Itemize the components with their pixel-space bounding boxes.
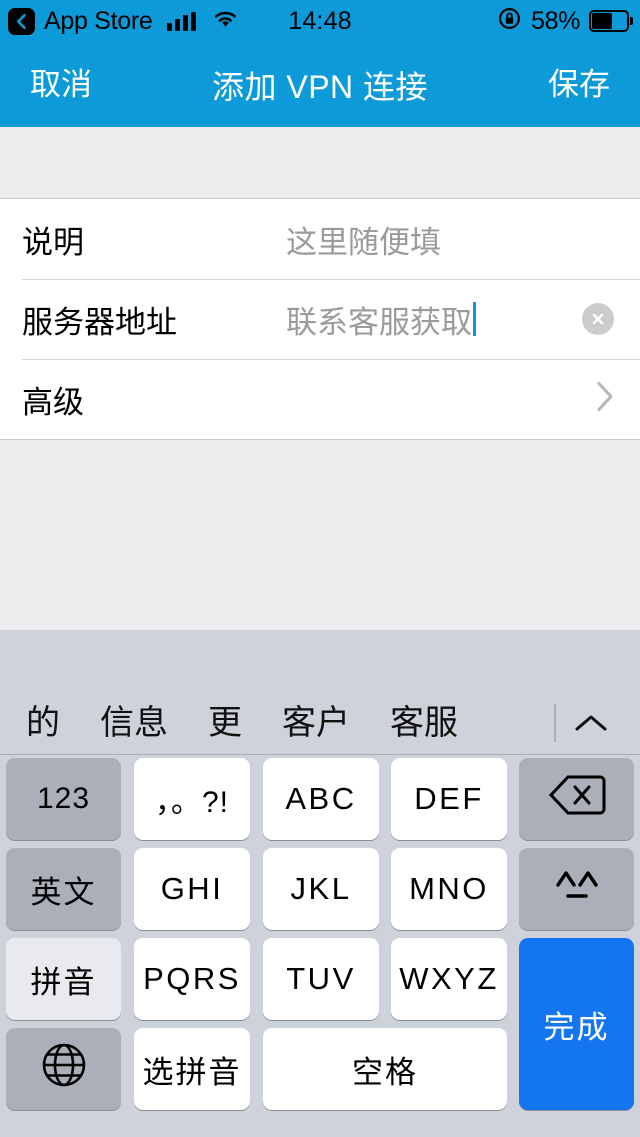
key-abc[interactable]: ABC bbox=[263, 758, 379, 840]
section-bottom-spacer bbox=[0, 440, 640, 630]
row-label: 说明 bbox=[22, 224, 84, 260]
row-value: 这里随便填 bbox=[286, 224, 441, 260]
key-label: 123 bbox=[36, 782, 91, 815]
key-emoticon[interactable] bbox=[519, 848, 634, 930]
prediction-item[interactable]: 客服 bbox=[376, 706, 472, 740]
row-label: 高级 bbox=[22, 384, 84, 420]
server-address-input[interactable]: 联系客服获取 bbox=[286, 297, 476, 342]
text-cursor bbox=[473, 302, 476, 336]
prediction-item[interactable]: 更 bbox=[194, 706, 256, 740]
cellular-signal-icon bbox=[167, 11, 197, 31]
vpn-form-table: 说明 这里随便填 服务器地址 联系客服获取 高级 bbox=[0, 198, 640, 440]
key-label: WXYZ bbox=[399, 961, 499, 996]
status-bar-app-name[interactable]: App Store bbox=[44, 8, 153, 34]
keyboard: 的信息更客户 客服 123 ，。?! ABC DEF 英文 GHI JKL MNO 拼音 PQRS T… bbox=[0, 630, 640, 1136]
status-bar: App Store 14:48 58% bbox=[0, 0, 640, 42]
navigation-bar: 取消 添加 VPN 连接 保存 bbox=[0, 42, 640, 127]
cancel-button[interactable]: 取消 bbox=[16, 59, 106, 110]
key-label: 英文 bbox=[30, 874, 97, 910]
key-jkl[interactable]: JKL bbox=[263, 848, 379, 930]
key-label: 完成 bbox=[543, 1009, 610, 1045]
chevron-up-icon[interactable] bbox=[556, 692, 626, 754]
backspace-icon bbox=[548, 774, 606, 824]
globe-icon bbox=[41, 1042, 87, 1096]
key-done[interactable]: 完成 bbox=[519, 938, 634, 1110]
form-row-advanced[interactable]: 高级 bbox=[0, 359, 640, 439]
prediction-list: 的信息更客户 客服 bbox=[0, 692, 478, 754]
key-label: 拼音 bbox=[30, 964, 97, 1000]
key-pqrs[interactable]: PQRS bbox=[134, 938, 250, 1020]
wifi-icon bbox=[212, 9, 239, 34]
key-def[interactable]: DEF bbox=[391, 758, 507, 840]
save-button[interactable]: 保存 bbox=[534, 59, 624, 110]
rotation-lock-icon bbox=[497, 6, 522, 36]
row-value: 联系客服获取 bbox=[286, 304, 472, 340]
status-bar-left: App Store bbox=[0, 7, 239, 35]
form-row-server-address[interactable]: 服务器地址 联系客服获取 bbox=[0, 279, 640, 359]
key-backspace[interactable] bbox=[519, 758, 634, 840]
key-punctuation[interactable]: ，。?! bbox=[134, 758, 250, 840]
key-ghi[interactable]: GHI bbox=[134, 848, 250, 930]
key-label: GHI bbox=[160, 871, 224, 906]
prediction-item[interactable]: 的 bbox=[12, 706, 74, 740]
key-label: PQRS bbox=[143, 961, 241, 996]
key-label: ABC bbox=[285, 781, 357, 816]
description-input[interactable]: 这里随便填 bbox=[286, 217, 441, 262]
key-mno[interactable]: MNO bbox=[391, 848, 507, 930]
key-select-pinyin[interactable]: 选拼音 bbox=[134, 1028, 250, 1110]
screen: App Store 14:48 58% 取消 添加 VPN 连接 保存 说明 这… bbox=[0, 0, 640, 1136]
row-label: 服务器地址 bbox=[22, 304, 177, 340]
back-to-app-button[interactable] bbox=[8, 7, 35, 35]
key-tuv[interactable]: TUV bbox=[263, 938, 379, 1020]
key-label: 选拼音 bbox=[142, 1054, 242, 1090]
prediction-bar: 的信息更客户 客服 bbox=[0, 692, 640, 755]
key-label: TUV bbox=[286, 961, 356, 996]
form-row-description[interactable]: 说明 这里随便填 bbox=[0, 199, 640, 279]
chevron-right-icon bbox=[596, 381, 614, 418]
emoticon-icon bbox=[548, 867, 606, 911]
key-label: 空格 bbox=[352, 1054, 418, 1090]
key-label: MNO bbox=[409, 871, 489, 906]
key-label: ，。?! bbox=[154, 786, 230, 819]
prediction-item[interactable]: 客户 bbox=[268, 706, 364, 740]
clear-circle-icon[interactable] bbox=[582, 303, 614, 335]
key-label: DEF bbox=[414, 781, 484, 816]
key-grid: 123 ，。?! ABC DEF 英文 GHI JKL MNO 拼音 PQRS TUV WXYZ 完成选… bbox=[0, 755, 640, 1137]
chevron-left-icon bbox=[14, 13, 29, 30]
keyboard-toolbar-spacer bbox=[0, 630, 640, 692]
key-space[interactable]: 空格 bbox=[263, 1028, 507, 1110]
key-pinyin[interactable]: 拼音 bbox=[6, 938, 121, 1020]
key-123[interactable]: 123 bbox=[6, 758, 121, 840]
section-top-spacer bbox=[0, 127, 640, 198]
key-label: JKL bbox=[290, 871, 352, 906]
key-globe[interactable] bbox=[6, 1028, 121, 1110]
status-bar-right: 58% bbox=[497, 0, 633, 42]
key-wxyz[interactable]: WXYZ bbox=[391, 938, 507, 1020]
prediction-item[interactable]: 信息 bbox=[86, 706, 182, 740]
battery-icon bbox=[589, 10, 633, 32]
key-english[interactable]: 英文 bbox=[6, 848, 121, 930]
battery-percent-label: 58% bbox=[531, 6, 580, 35]
